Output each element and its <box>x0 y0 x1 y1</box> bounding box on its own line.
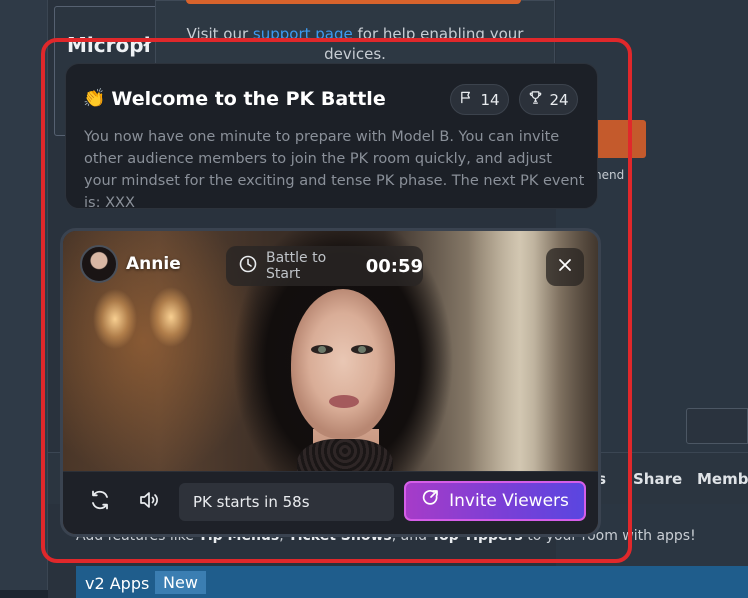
timer-value: 00:59 <box>365 255 423 277</box>
flag-count-pill[interactable]: 14 <box>450 84 509 115</box>
welcome-description: You now have one minute to prepare with … <box>84 129 585 211</box>
pk-battle-card: Annie Battle to Start 00:59 PK starts in… <box>60 228 601 537</box>
refresh-button[interactable] <box>86 488 114 516</box>
share-arrow-icon <box>421 489 441 514</box>
device-action-button-edge[interactable] <box>186 0 521 4</box>
streamer-name[interactable]: Annie <box>126 254 181 274</box>
refresh-icon <box>88 488 112 516</box>
v2-apps-label: v2 Apps <box>85 574 150 593</box>
tab-share[interactable]: Share <box>633 470 682 488</box>
volume-icon <box>137 488 161 516</box>
invite-viewers-button[interactable]: Invite Viewers <box>404 481 586 521</box>
trophy-count: 24 <box>549 90 569 109</box>
close-button[interactable] <box>546 248 584 286</box>
welcome-title: Welcome to the PK Battle <box>111 88 386 110</box>
streamer-info[interactable]: Annie <box>80 245 181 283</box>
battle-timer: Battle to Start 00:59 <box>226 246 423 286</box>
trophy-icon <box>528 90 543 109</box>
invite-viewers-label: Invite Viewers <box>449 491 569 511</box>
welcome-title-row: 👏 Welcome to the PK Battle <box>83 88 386 110</box>
trophy-count-pill[interactable]: 24 <box>519 84 578 115</box>
video-eye-left <box>311 345 333 354</box>
clock-icon <box>238 254 258 278</box>
video-face <box>291 289 395 439</box>
volume-button[interactable] <box>135 488 163 516</box>
background-right-input[interactable] <box>686 408 748 444</box>
pk-countdown-status: PK starts in 58s <box>179 483 394 521</box>
timer-label: Battle to Start <box>266 250 327 282</box>
video-lips <box>329 395 359 408</box>
video-eye-right <box>351 345 373 354</box>
pk-welcome-card: 👏 Welcome to the PK Battle 14 24 You now… <box>65 63 598 211</box>
close-icon <box>557 257 573 277</box>
tab-members[interactable]: Membe <box>697 470 748 488</box>
avatar[interactable] <box>80 245 118 283</box>
flag-icon <box>459 90 474 109</box>
new-badge: New <box>155 571 206 594</box>
background-bottom-strip <box>0 590 48 598</box>
flag-count: 14 <box>480 90 500 109</box>
clapping-hands-icon: 👏 <box>83 88 106 109</box>
battle-control-bar: PK starts in 58s Invite Viewers <box>63 471 598 534</box>
